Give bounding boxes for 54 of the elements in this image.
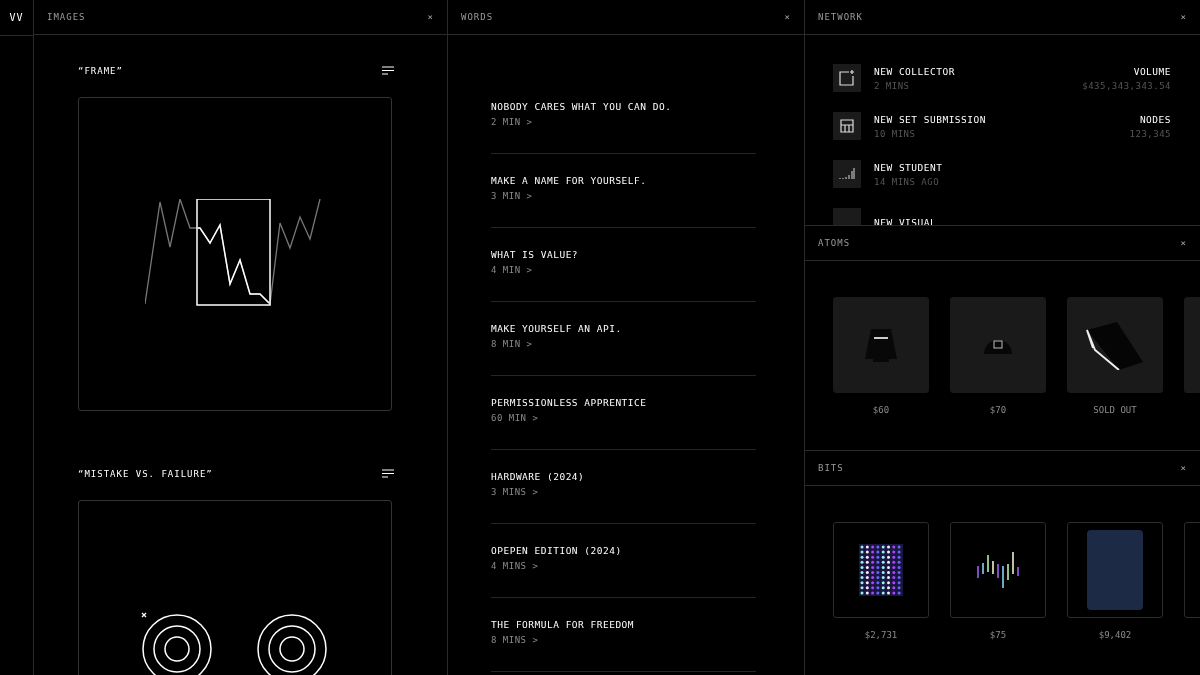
article-title: WHAT IS VALUE? (491, 249, 580, 260)
stat-label: NODES (1139, 113, 1171, 125)
price-label: SOLD OUT (1093, 405, 1137, 415)
stat-label: VOLUME (1133, 65, 1171, 77)
stat-value: $435,343,343.54 (1082, 80, 1171, 91)
article-title: THE FORMULA FOR FREEDOM (491, 619, 636, 630)
panel-title: NETWORK (818, 12, 863, 22)
event-title: NEW VISUAL (874, 216, 938, 225)
article-title: NOBODY CARES WHAT YOU CAN DO. (491, 101, 673, 112)
read-time: 8 MINS > (491, 635, 540, 645)
article-link[interactable]: WHAT IS VALUE? 4 MIN > (491, 228, 756, 302)
card-title: “MISTAKE VS. FAILURE” (78, 469, 213, 479)
panel-title: WORDS (461, 12, 494, 22)
article-link[interactable]: PERMISSIONLESS APPRENTICE 60 MIN > (491, 376, 756, 450)
article-title: MAKE A NAME FOR YOURSELF. (491, 175, 648, 186)
close-button[interactable]: × (1180, 238, 1186, 248)
event-time: 14 MINS AGO (874, 176, 941, 187)
article-title: HARDWARE (2024) (491, 471, 586, 482)
read-time: 60 MIN > (491, 413, 540, 423)
price-label: $60 (872, 405, 890, 415)
event-time: 2 MINS (874, 80, 911, 91)
article-link[interactable]: HARDWARE (2024) 3 MINS > (491, 450, 756, 524)
close-button[interactable]: × (784, 12, 790, 22)
panel-title: IMAGES (47, 12, 86, 22)
article-link[interactable]: NOBODY CARES WHAT YOU CAN DO. 2 MIN > (491, 80, 756, 154)
event-title: NEW SET SUBMISSION (874, 113, 987, 125)
logo[interactable]: VV (9, 12, 24, 23)
read-time: 4 MIN > (491, 265, 534, 275)
read-time: 3 MIN > (491, 191, 534, 201)
article-link[interactable]: MAKE A NAME FOR YOURSELF. 3 MIN > (491, 154, 756, 228)
price-label: $75 (989, 630, 1007, 640)
close-button[interactable]: × (1180, 463, 1186, 473)
close-button[interactable]: × (427, 12, 433, 22)
read-time: 3 MINS > (491, 487, 540, 497)
article-link[interactable]: MAKE YOURSELF AN API. 8 MIN > (491, 302, 756, 376)
article-link[interactable]: OPEPEN EDITION (2024) 4 MINS > (491, 524, 756, 598)
article-title: PERMISSIONLESS APPRENTICE (491, 397, 648, 408)
read-time: 8 MIN > (491, 339, 534, 349)
panel-title: ATOMS (818, 238, 851, 248)
stat-value: 123,345 (1129, 128, 1171, 139)
article-title: MAKE YOURSELF AN API. (491, 323, 623, 334)
read-time: 2 MIN > (491, 117, 534, 127)
price-label: $9,402 (1098, 630, 1132, 640)
article-link[interactable]: THE FORMULA FOR FREEDOM 8 MINS > (491, 598, 756, 672)
panel-title: BITS (818, 463, 844, 473)
price-label: $70 (989, 405, 1007, 415)
event-time: 10 MINS (874, 128, 917, 139)
card-title: “FRAME” (78, 66, 123, 76)
close-button[interactable]: × (1180, 12, 1186, 22)
read-time: 4 MINS > (491, 561, 540, 571)
event-title: NEW STUDENT (874, 161, 944, 173)
price-label: $2,731 (864, 630, 898, 640)
event-title: NEW COLLECTOR (874, 65, 956, 77)
article-title: OPEPEN EDITION (2024) (491, 545, 623, 556)
